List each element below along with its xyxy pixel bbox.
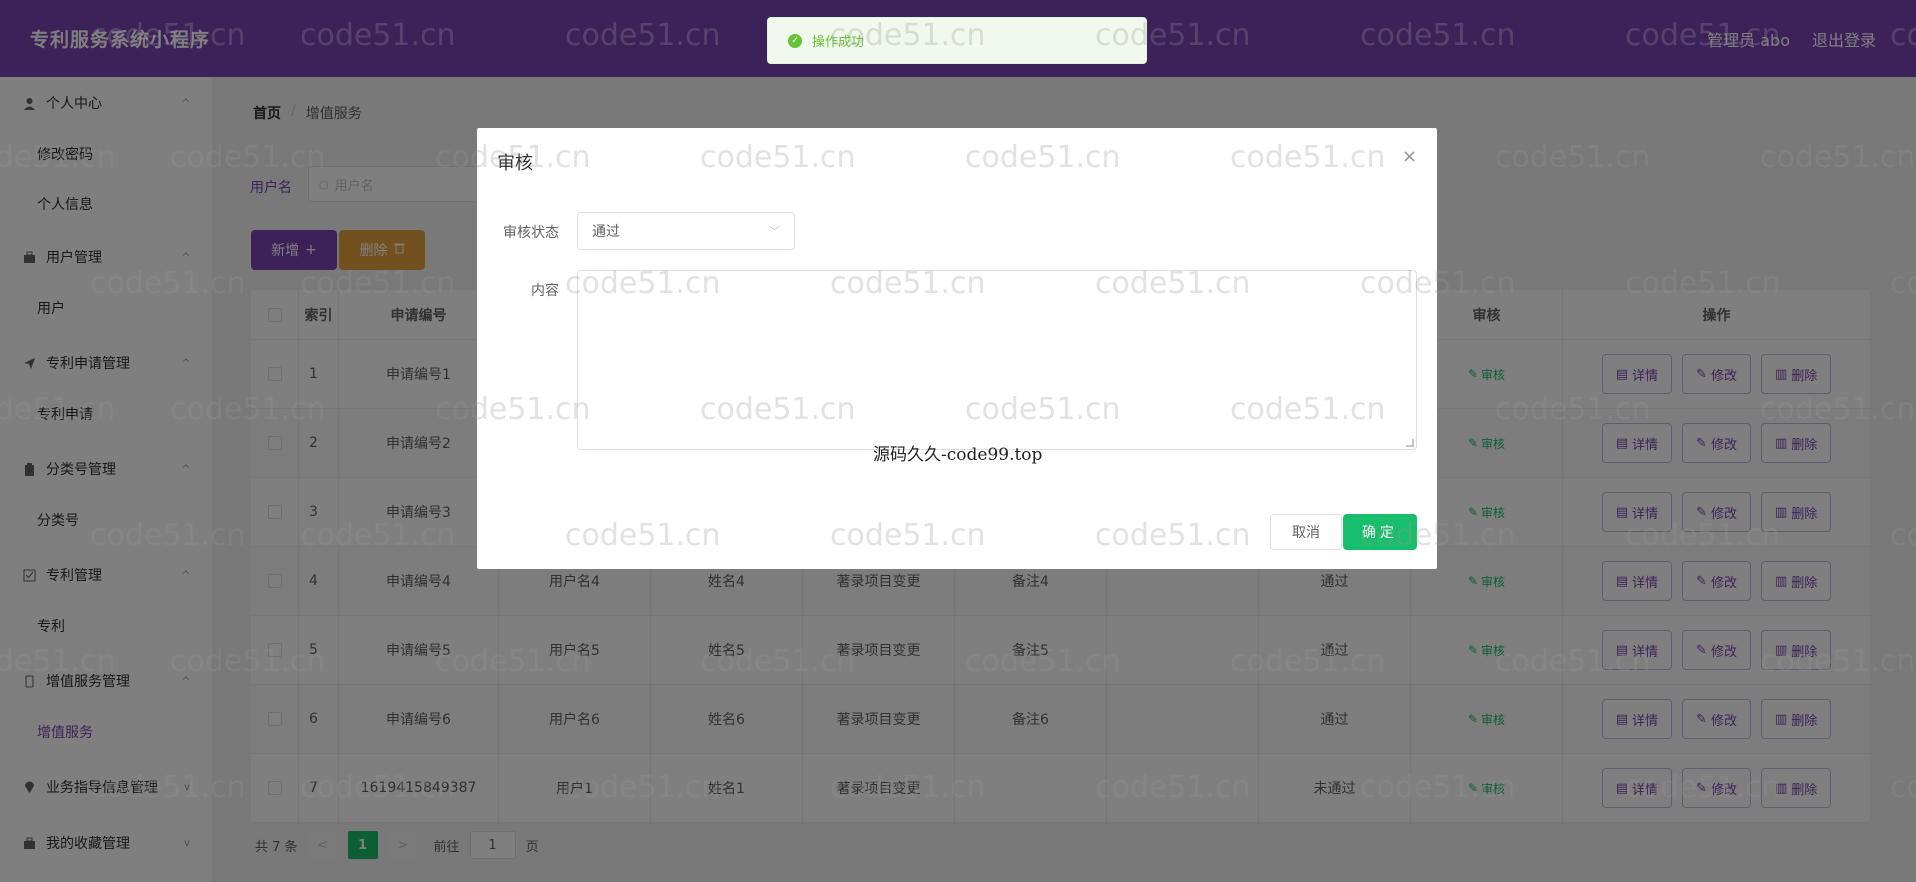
resize-grip-icon[interactable] [1406,439,1414,447]
dialog-title: 审核 [497,153,533,174]
status-select[interactable]: 通过 ﹀ [577,212,795,250]
confirm-button[interactable]: 确定 [1343,514,1417,550]
success-toast: ✓ 操作成功 [767,17,1147,64]
content-field-label: 内容 [531,283,559,299]
cancel-button[interactable]: 取消 [1270,514,1342,550]
content-textarea[interactable] [577,270,1417,450]
toast-message: 操作成功 [812,35,865,50]
check-circle-icon: ✓ [788,33,802,48]
review-dialog: 审核 × 审核状态 通过 ﹀ 内容 源码久久-code99.top 取消 确定 [477,128,1437,569]
status-field-label: 审核状态 [503,225,559,241]
watermark-text: 源码久久-code99.top [873,445,1043,465]
close-icon[interactable]: × [1402,146,1417,167]
status-select-value: 通过 [592,224,620,240]
chevron-down-icon: ﹀ [769,225,780,238]
